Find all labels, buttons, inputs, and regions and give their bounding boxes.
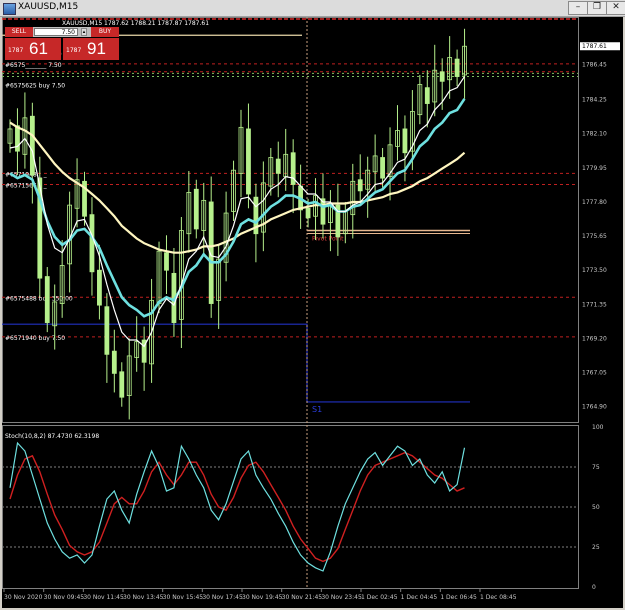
minimize-button[interactable]: – (568, 1, 588, 15)
time-tick-label: 1 Dec 04:45 (401, 594, 438, 601)
candle-body (44, 276, 50, 323)
time-tick-label: 1 Dec 08:45 (480, 594, 517, 601)
candle-body (193, 188, 199, 230)
ema-fast-line (9, 76, 465, 348)
lot-increase-button[interactable]: ▴ (81, 28, 87, 36)
candle-body (89, 214, 95, 273)
candle-body (97, 269, 102, 306)
stoch-tick-label: 0 (592, 584, 596, 591)
sell-price-button[interactable]: 1787 61 (5, 38, 61, 60)
time-tick-label: 30 Nov 17:45 (202, 594, 243, 601)
candle-body (164, 252, 169, 271)
time-tick-label: 1 Dec 02:45 (361, 594, 398, 601)
price-tick-label: 1773.50 (582, 267, 607, 274)
order-label: #6575625 buy 7.50 (5, 83, 65, 90)
chart-area[interactable]: XAUUSD,M15 1787.62 1788.21 1787.87 1787.… (2, 17, 623, 608)
stoch-tick-label: 50 (592, 504, 600, 511)
buy-price-prefix: 1787 (66, 47, 82, 54)
s1-label: S1 (312, 405, 322, 414)
buy-price-pips: 91 (87, 39, 106, 58)
window-title-bar: XAUUSD,M15 – ❐ ✕ (0, 0, 625, 17)
price-tick-label: 1775.65 (582, 233, 607, 240)
buy-button[interactable]: BUY (91, 27, 119, 37)
time-tick-label: 30 Nov 2020 (4, 594, 43, 601)
s1-line (2, 323, 470, 403)
ema-mid-line (9, 98, 466, 318)
price-tick-label: 1767.05 (582, 370, 607, 377)
stoch-tick-label: 75 (592, 464, 600, 471)
price-tick-label: 1764.90 (582, 404, 607, 411)
candle-body (29, 115, 35, 176)
candle-body (275, 158, 281, 174)
buy-price-button[interactable]: 1787 91 (63, 38, 119, 60)
chart-canvas[interactable]: XAUUSD,M15 1787.62 1788.21 1787.87 1787.… (2, 17, 623, 608)
close-button[interactable]: ✕ (606, 1, 625, 15)
candle-body (111, 350, 117, 374)
window-title: XAUUSD,M15 (18, 2, 79, 12)
lot-size-input[interactable]: 7.50 (34, 28, 78, 36)
time-tick-label: 30 Nov 09:45 (44, 594, 85, 601)
order-label: #6575_______ 7.50 (5, 62, 62, 69)
candle-body (454, 58, 460, 77)
price-tick-label: 1769.20 (582, 335, 607, 342)
time-tick-label: 30 Nov 23:45 (321, 594, 362, 601)
restore-button[interactable]: ❐ (587, 1, 607, 15)
stoch-tick-label: 25 (592, 544, 600, 551)
price-tick-label: 1782.10 (582, 131, 607, 138)
one-click-trading-panel: SELL ▾ 7.50 ▴ BUY 1787 61 1787 91 (5, 27, 119, 61)
candle-body (246, 128, 251, 195)
candle-body (424, 87, 430, 104)
time-tick-label: 30 Nov 21:45 (282, 594, 323, 601)
candle-body (439, 71, 445, 82)
price-tick-label: 1786.45 (582, 62, 607, 69)
candle-body (402, 128, 408, 154)
candle-body (15, 125, 20, 152)
price-tick-label: 1779.95 (582, 165, 607, 172)
time-tick-label: 30 Nov 13:45 (123, 594, 164, 601)
price-tick-label: 1771.35 (582, 301, 607, 308)
candle-body (104, 306, 110, 355)
stoch-label: Stoch(10,8,2) 87.4730 62.3198 (5, 433, 99, 440)
candle-body (357, 179, 363, 192)
sell-price-prefix: 1787 (8, 47, 24, 54)
app-icon (3, 3, 16, 15)
candle-body (305, 207, 311, 219)
time-tick-label: 30 Nov 19:45 (242, 594, 283, 601)
sell-price-pips: 61 (29, 39, 48, 58)
time-tick-label: 1 Dec 06:45 (440, 594, 477, 601)
order-label: #6575488 buy 350.00 (5, 295, 73, 302)
time-tick-label: 30 Nov 15:45 (163, 594, 204, 601)
current-price-label: 1787.61 (582, 43, 607, 50)
price-tick-label: 1777.80 (582, 199, 607, 206)
sell-button[interactable]: SELL (5, 27, 33, 37)
candle-body (119, 371, 125, 398)
main-plot-frame (2, 17, 579, 423)
stoch-tick-label: 100 (592, 424, 604, 431)
chart-header-text: XAUUSD,M15 1787.62 1788.21 1787.87 1787.… (62, 20, 209, 27)
time-tick-label: 30 Nov 11:45 (83, 594, 124, 601)
order-label: #6571940 buy 7.50 (5, 335, 65, 342)
candle-body (380, 157, 385, 179)
price-tick-label: 1784.25 (582, 97, 607, 104)
